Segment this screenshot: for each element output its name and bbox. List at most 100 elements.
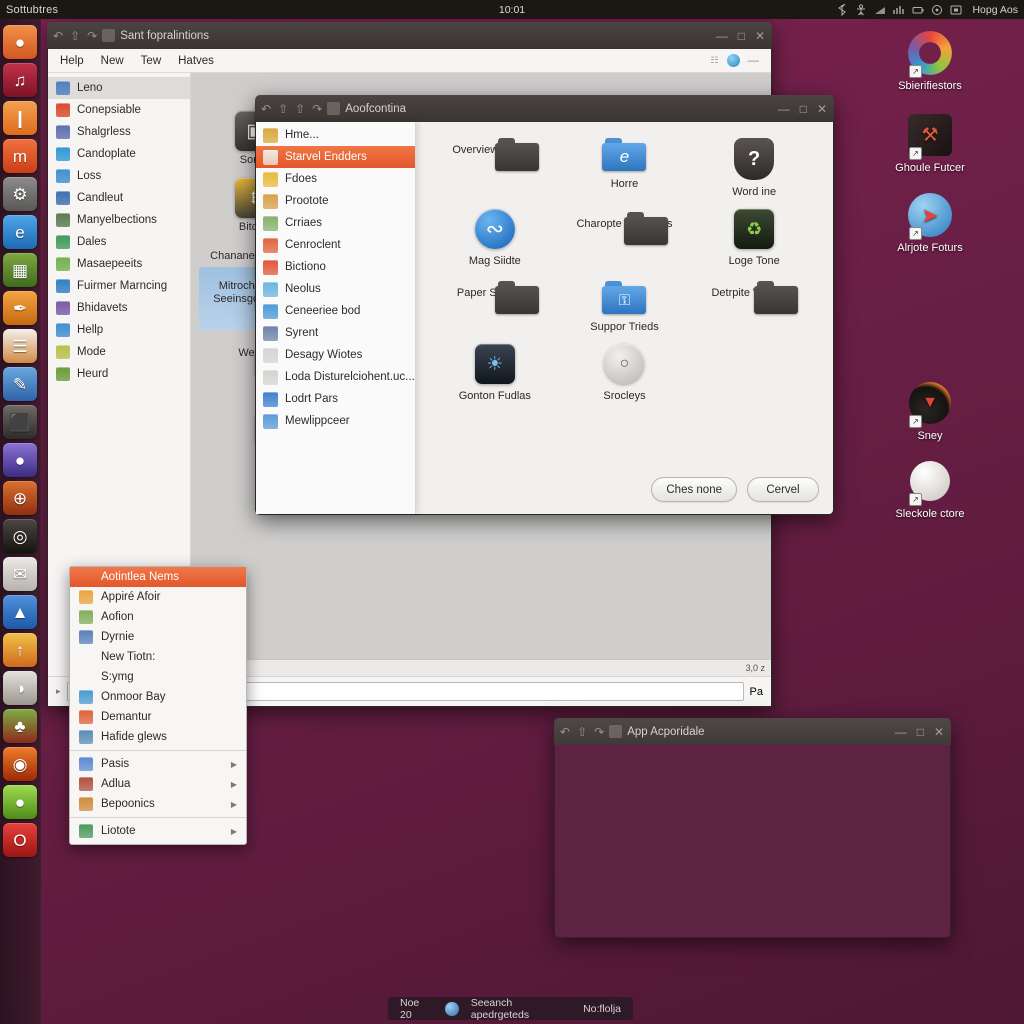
launcher-item-files-manager[interactable]: ❙: [3, 101, 37, 135]
sidebar-item-dales[interactable]: Dales: [48, 231, 190, 253]
place-item-bictiono[interactable]: Bictiono: [256, 256, 415, 278]
context-menu-item-hafide-glews[interactable]: Hafide glews: [70, 727, 246, 747]
bluetooth-icon[interactable]: [836, 3, 848, 16]
launcher-item-opera-browser[interactable]: O: [3, 823, 37, 857]
file-manager-titlebar[interactable]: ↶ ⇧ ↷ Sant fopralintions — □ ✕: [47, 22, 772, 49]
sidebar-item-conepsiable[interactable]: Conepsiable: [48, 99, 190, 121]
dialog-file-item[interactable]: Paper Subesad: [430, 281, 560, 333]
desktop-icon-sney[interactable]: ▼ ↗ Sney: [880, 380, 980, 443]
dialog-file-item[interactable]: e Horre: [560, 138, 690, 198]
app-window-titlebar[interactable]: ↶ ⇧ ↷ App Acporidale — □ ✕: [554, 718, 951, 745]
sidebar-item-fuirmer-marncing[interactable]: Fuirmer Marncing: [48, 275, 190, 297]
launcher-item-help-center[interactable]: ↑: [3, 633, 37, 667]
context-menu-item-bepoonics[interactable]: Bepoonics ▶: [70, 794, 246, 814]
place-item-neolus[interactable]: Neolus: [256, 278, 415, 300]
context-menu-item-dyrnie[interactable]: Dyrnie: [70, 627, 246, 647]
sidebar-item-candleut[interactable]: Candleut: [48, 187, 190, 209]
launcher-item-power-tool[interactable]: ◉: [3, 747, 37, 781]
minimize-button[interactable]: —: [778, 102, 791, 116]
context-menu-item-aotintlea-nems[interactable]: Aotintlea Nems: [70, 567, 246, 587]
place-item-cenroclent[interactable]: Cenroclent: [256, 234, 415, 256]
menu-help[interactable]: Help: [60, 55, 84, 67]
desktop-icon-sleckole-ctore[interactable]: ↗ Sleckole ctore: [880, 458, 980, 521]
view-options-icon[interactable]: ☷: [710, 55, 718, 66]
sidebar-item-mode[interactable]: Mode: [48, 341, 190, 363]
place-item-lodrt-pars[interactable]: Lodrt Pars: [256, 388, 415, 410]
launcher-item-office-writer[interactable]: ☰: [3, 329, 37, 363]
menu-hatves[interactable]: Hatves: [178, 55, 214, 67]
launcher-item-terminal[interactable]: ⬛: [3, 405, 37, 439]
close-button[interactable]: ✕: [817, 102, 828, 116]
maximize-button[interactable]: □: [917, 725, 925, 739]
forward-icon[interactable]: ↷: [594, 725, 604, 739]
launcher-item-photo-gallery[interactable]: ▦: [3, 253, 37, 287]
context-menu-item-aofion[interactable]: Aofion: [70, 607, 246, 627]
up-icon[interactable]: ⇧: [577, 725, 587, 739]
place-item-desagy-wiotes[interactable]: Desagy Wiotes: [256, 344, 415, 366]
minimize-button[interactable]: —: [895, 725, 908, 739]
dialog-file-item[interactable]: ♻ Loge Tone: [689, 209, 819, 267]
context-menu-item-demantur[interactable]: Demantur: [70, 707, 246, 727]
dialog-places-list[interactable]: Hme... Starvel Endders Fdoes Prootote Crriae…: [256, 122, 416, 514]
back-icon[interactable]: ↶: [53, 29, 63, 43]
network-icon[interactable]: [874, 4, 886, 16]
desktop-icon-alrjote-foturs[interactable]: ➤ ↗ Alrjote Foturs: [880, 192, 980, 255]
sidebar-item-loss[interactable]: Loss: [48, 165, 190, 187]
back-icon[interactable]: ↶: [560, 725, 570, 739]
dialog-file-item[interactable]: ? Word ine: [689, 138, 819, 198]
dialog-file-item[interactable]: ☀ Gonton Fudlas: [430, 344, 560, 402]
close-button[interactable]: ✕: [934, 725, 945, 739]
cancel-button[interactable]: Cervel: [747, 477, 819, 502]
sidebar-item-bhidavets[interactable]: Bhidavets: [48, 297, 190, 319]
dialog-titlebar[interactable]: ↶ ⇧ ⇧ ↷ Aoofcontina — □ ✕: [255, 95, 834, 122]
accessibility-icon[interactable]: [855, 3, 867, 16]
launcher-item-camera-app[interactable]: ◎: [3, 519, 37, 553]
dialog-file-item[interactable]: Charopte Flecturies: [560, 212, 690, 267]
launcher-item-notes-app[interactable]: ●: [3, 785, 37, 819]
dialog-file-item[interactable]: Overview Sefl flle: [430, 138, 560, 198]
place-item-prootote[interactable]: Prootote: [256, 190, 415, 212]
back-icon[interactable]: ↶: [261, 102, 271, 116]
dialog-file-item[interactable]: ⚿ Suppor Trieds: [560, 281, 690, 333]
launcher-item-web-browser[interactable]: e: [3, 215, 37, 249]
place-item-loda-disturelciohent-uc-[interactable]: Loda Disturelciohent.uc...: [256, 366, 415, 388]
sidebar-item-leno[interactable]: Leno: [48, 77, 190, 99]
up-icon[interactable]: ⇧: [278, 102, 288, 116]
place-item-fdoes[interactable]: Fdoes: [256, 168, 415, 190]
place-item-starvel-endders[interactable]: Starvel Endders: [256, 146, 415, 168]
dialog-file-item[interactable]: ○ Srocleys: [560, 344, 690, 402]
keyboard-icon[interactable]: [950, 4, 962, 16]
search-expander-icon[interactable]: ▸: [56, 686, 61, 697]
place-item-mewlippceer[interactable]: Mewlippceer: [256, 410, 415, 432]
sidebar-item-candoplate[interactable]: Candoplate: [48, 143, 190, 165]
launcher-item-system-settings[interactable]: ⚙: [3, 177, 37, 211]
context-menu-item-liotote[interactable]: Liotote ▶: [70, 821, 246, 841]
up-icon[interactable]: ⇧: [70, 29, 80, 43]
dialog-file-item[interactable]: Detrpite Wegnent: [689, 281, 819, 333]
maximize-button[interactable]: □: [738, 29, 746, 43]
sidebar-item-shalgrless[interactable]: Shalgrless: [48, 121, 190, 143]
launcher-item-disc-burner[interactable]: ●: [3, 443, 37, 477]
place-item-crriaes[interactable]: Crriaes: [256, 212, 415, 234]
context-menu-item-pasis[interactable]: Pasis ▶: [70, 754, 246, 774]
menu-tew[interactable]: Tew: [141, 55, 161, 67]
choose-none-button[interactable]: Ches none: [651, 477, 737, 502]
place-item-hme-[interactable]: Hme...: [256, 124, 415, 146]
launcher-item-software-center[interactable]: ▲: [3, 595, 37, 629]
bottom-bar-search-label[interactable]: Seeanch apedrgeteds: [471, 997, 571, 1021]
launcher-item-ubuntu-dash[interactable]: ●: [3, 25, 37, 59]
sidebar-item-heurd[interactable]: Heurd: [48, 363, 190, 385]
bottom-search-bar[interactable]: Noe 20 Seeanch apedrgeteds No:flolja: [388, 997, 633, 1021]
context-menu-item-s-ymg[interactable]: S:ymg: [70, 667, 246, 687]
launcher-item-mail-client[interactable]: ✉: [3, 557, 37, 591]
place-item-ceneeriee-bod[interactable]: Ceneeriee bod: [256, 300, 415, 322]
sidebar-item-masaepeeits[interactable]: Masaepeeits: [48, 253, 190, 275]
launcher-item-game-app[interactable]: ♣: [3, 709, 37, 743]
sidebar-item-manyelbections[interactable]: Manyelbections: [48, 209, 190, 231]
launcher-item-music-store[interactable]: m: [3, 139, 37, 173]
volume-icon[interactable]: [931, 4, 943, 16]
launcher-item-text-editor[interactable]: ✒: [3, 291, 37, 325]
context-menu-item-new-tiotn-[interactable]: New Tiotn:: [70, 647, 246, 667]
launcher-item-archive-manager[interactable]: ◑: [3, 671, 37, 705]
close-button[interactable]: ✕: [755, 29, 766, 43]
